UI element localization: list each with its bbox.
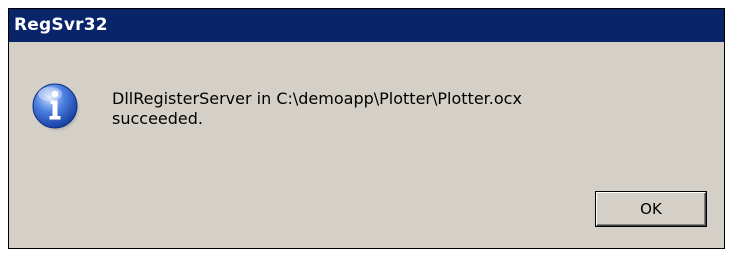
regsvr32-dialog: RegSvr32 DllRegisterServer in C:\demoapp… xyxy=(8,8,725,249)
title-bar[interactable]: RegSvr32 xyxy=(9,9,724,42)
message-text: DllRegisterServer in C:\demoapp\Plotter\… xyxy=(112,89,522,129)
message-line-1: DllRegisterServer in C:\demoapp\Plotter\… xyxy=(112,89,522,108)
dialog-body: DllRegisterServer in C:\demoapp\Plotter\… xyxy=(9,42,724,248)
information-icon xyxy=(32,83,80,131)
message-line-2: succeeded. xyxy=(112,109,203,128)
ok-button[interactable]: OK xyxy=(596,192,706,226)
window-title: RegSvr32 xyxy=(14,15,108,35)
